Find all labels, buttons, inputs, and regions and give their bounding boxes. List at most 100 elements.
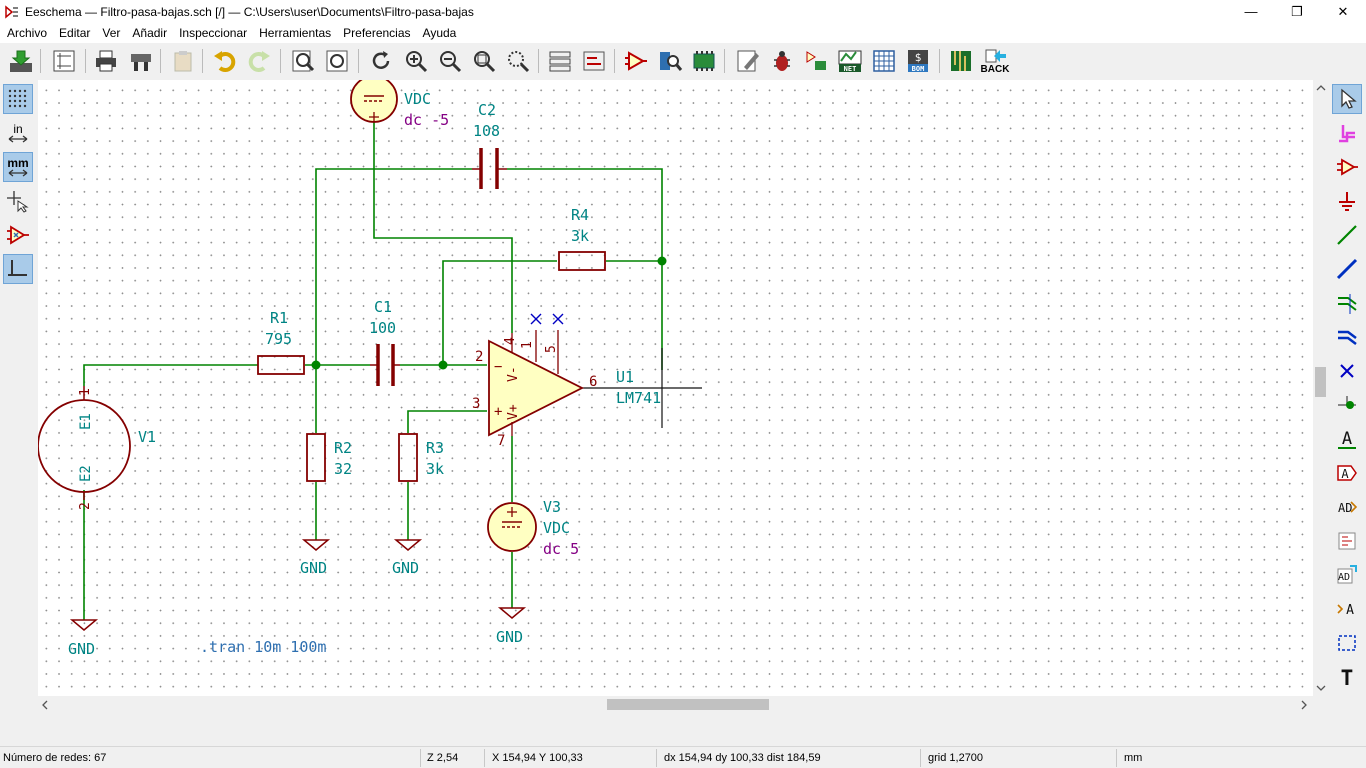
zoom-fit-button[interactable] [469,46,499,76]
add-text-button[interactable]: T [1332,662,1362,692]
menu-ayuda[interactable]: Ayuda [416,26,462,40]
erc-button[interactable] [733,46,763,76]
menu-editar[interactable]: Editar [52,26,95,40]
back-button[interactable]: BACK [980,46,1010,76]
wire[interactable] [407,410,487,433]
simulator-bug-button[interactable] [767,46,797,76]
pointer-arrow-icon [1341,88,1357,109]
horizontal-scrollbar[interactable] [38,696,1313,713]
symbol-editor-button[interactable] [621,46,651,76]
show-grid-toggle[interactable] [3,84,33,114]
bom-button[interactable]: $ BOM [903,46,933,76]
vertical-scrollbar[interactable] [1313,80,1328,696]
menu-preferencias[interactable]: Preferencias [336,26,415,40]
schematic-canvas[interactable]: VDC dc -5 C2 108 R4 3k R1 795 C1 100 R2 … [38,80,1313,696]
select-tool-button[interactable] [1332,84,1362,114]
print-button[interactable] [91,46,121,76]
page-settings-button[interactable] [49,46,79,76]
vertical-scroll-thumb[interactable] [1315,367,1326,397]
menu-herramientas[interactable]: Herramientas [252,26,336,40]
U1-pin4-number: 4 [503,337,518,345]
svg-text:AD: AD [1338,572,1350,583]
menu-archivo[interactable]: Archivo [0,26,52,40]
R1-resistor-symbol[interactable] [257,355,305,375]
scroll-right-icon[interactable] [1300,700,1308,710]
U1-pin3-number: 3 [472,396,480,412]
V3-source-symbol[interactable] [487,502,537,552]
scroll-down-icon[interactable] [1316,684,1326,692]
R4-resistor-symbol[interactable] [558,251,606,271]
U1-opamp-symbol[interactable] [488,313,584,437]
find-button[interactable] [288,46,318,76]
highlight-net-button[interactable] [1332,118,1362,148]
leave-sheet-button[interactable] [579,46,609,76]
redraw-button[interactable] [366,46,396,76]
wire-angle-toggle[interactable] [3,254,33,284]
menu-anadir[interactable]: Añadir [125,26,172,40]
schematic-drawing: VDC dc -5 C2 108 R4 3k R1 795 C1 100 R2 … [38,80,702,658]
hidden-pins-toggle[interactable] [3,220,33,250]
scroll-left-icon[interactable] [41,700,49,710]
add-sheet-pin-button[interactable]: A [1332,594,1362,624]
maximize-button[interactable]: ❐ [1274,0,1320,23]
menu-ver[interactable]: Ver [95,26,125,40]
gnd-symbol[interactable] [497,607,527,619]
gnd-symbol[interactable] [69,619,99,631]
menu-inspeccionar[interactable]: Inspeccionar [172,26,252,40]
undo-button[interactable] [210,46,240,76]
add-global-label-button[interactable]: A [1332,458,1362,488]
add-bus-button[interactable] [1332,254,1362,284]
add-symbol-button[interactable] [1332,152,1362,182]
minimize-button[interactable]: — [1228,0,1274,23]
zoom-in-button[interactable] [401,46,431,76]
C2-capacitor-symbol[interactable] [479,148,499,189]
annotate-button[interactable] [689,46,719,76]
zoom-selection-button[interactable] [503,46,533,76]
units-mm-toggle[interactable]: mm [3,152,33,182]
add-wire-button[interactable] [1332,220,1362,250]
annotate-icon [693,51,715,71]
R2-resistor-symbol[interactable] [306,433,326,482]
add-graphic-line-button[interactable] [1332,628,1362,658]
C1-capacitor-symbol[interactable] [376,344,395,386]
leave-sheet-icon [583,51,605,71]
netlist-button[interactable]: NET [835,46,865,76]
R3-resistor-symbol[interactable] [398,433,418,482]
library-browser-button[interactable] [655,46,685,76]
add-power-button[interactable] [1332,186,1362,216]
add-bus-entry-button[interactable] [1332,322,1362,352]
status-delta: dx 154,94 dy 100,33 dist 184,59 [664,752,821,764]
add-junction-button[interactable] [1332,390,1362,420]
pcbnew-button[interactable] [946,46,976,76]
spice-directive[interactable]: .tran 10m 100m [200,638,326,656]
units-inches-toggle[interactable]: in [3,118,33,148]
add-sheet-button[interactable] [1332,526,1362,556]
add-label-button[interactable]: A [1332,424,1362,454]
right-tools-toolbar: A A AD AD A T [1328,80,1366,713]
find-replace-button[interactable] [322,46,352,76]
junction-icon [1338,396,1356,409]
fields-editor-button[interactable] [869,46,899,76]
cursor-shape-toggle[interactable] [3,186,33,216]
close-button[interactable]: ✕ [1320,0,1366,23]
wire-icon [1337,225,1357,245]
redo-button[interactable] [244,46,274,76]
add-hier-label-button[interactable]: AD [1332,492,1362,522]
dashed-rectangle-icon [1338,635,1356,651]
add-wire-entry-button[interactable] [1332,288,1362,318]
wire[interactable] [83,364,258,386]
add-no-connect-button[interactable] [1332,356,1362,386]
gnd-symbol[interactable] [301,539,331,551]
gnd-label: GND [300,559,327,577]
import-sheet-pin-button[interactable]: AD [1332,560,1362,590]
gnd-symbol[interactable] [393,539,423,551]
save-button[interactable] [6,46,36,76]
footprint-assign-button[interactable] [801,46,831,76]
scroll-up-icon[interactable] [1316,84,1326,92]
V2-source-symbol[interactable] [350,80,398,123]
horizontal-scroll-thumb[interactable] [607,699,769,710]
paste-button[interactable] [168,46,198,76]
hierarchy-navigator-button[interactable] [545,46,575,76]
plot-button[interactable] [126,46,156,76]
zoom-out-button[interactable] [435,46,465,76]
